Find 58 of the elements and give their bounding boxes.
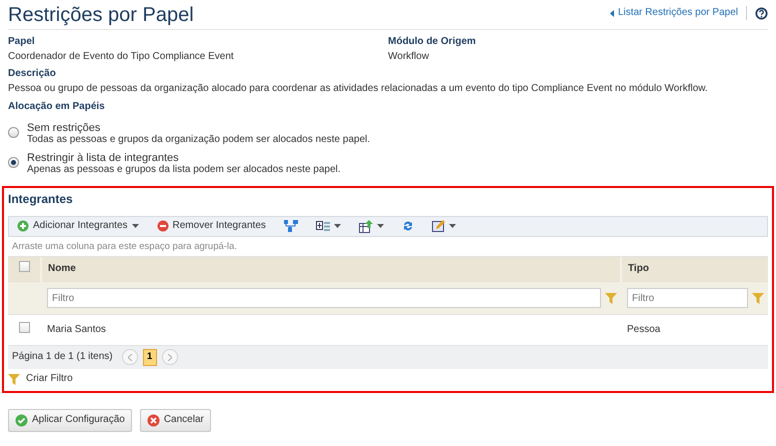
export-button[interactable] [358, 220, 384, 232]
apply-button[interactable]: Aplicar Configuração [8, 408, 132, 432]
field-label: Papel [8, 36, 36, 48]
option-hint: Todas as pessoas e grupos da organização podem ser alocados neste papel. [27, 134, 370, 146]
option-label: Restringir à lista de integrantes [27, 152, 180, 164]
column-header[interactable]: Tipo [628, 262, 649, 274]
hierarchy-button[interactable] [284, 220, 298, 232]
columns-button[interactable] [316, 220, 341, 232]
table-cell: Pessoa [627, 324, 660, 334]
select-all-checkbox[interactable] [18, 261, 30, 272]
minus-icon [156, 220, 169, 232]
cancel-button[interactable]: Cancelar [140, 408, 211, 432]
table-cell: Maria Santos [47, 324, 106, 334]
cancel-icon [146, 414, 160, 426]
caret-icon [376, 224, 384, 228]
radio-button[interactable] [8, 157, 19, 168]
filter-icon [8, 374, 20, 385]
export-icon [358, 220, 373, 232]
toolbar-button[interactable]: Adicionar Integrantes [17, 220, 139, 232]
page-title: Restrições por Papel [8, 3, 194, 28]
field-value: Pessoa ou grupo de pessoas da organização alocado para coordenar as atividades relacionadas a um evento do tipo Compliance Event no módulo Workflow. [8, 82, 709, 95]
filter-icon [605, 292, 617, 304]
caret-icon [132, 224, 139, 228]
option-label: Sem restrições [27, 122, 102, 134]
edit-button[interactable] [432, 220, 456, 232]
field-value: Coordenador de Evento do Tipo Compliance Event [8, 50, 235, 63]
column-header[interactable]: Nome [48, 262, 76, 274]
chevron-left-icon [128, 354, 132, 360]
filter-field[interactable]: Filtro [47, 288, 601, 308]
caret-icon [448, 224, 456, 228]
section-title: Integrantes [8, 190, 74, 206]
next-page-button[interactable] [162, 349, 178, 365]
previous-page-button[interactable] [122, 349, 138, 365]
refresh-icon [402, 220, 414, 232]
hierarchy-icon [284, 220, 298, 232]
radio-button[interactable] [8, 126, 19, 138]
field-value: Workflow [388, 50, 430, 63]
create-filter-link[interactable]: Criar Filtro [26, 373, 73, 386]
page-summary: Página 1 de 1 (1 itens) [12, 350, 113, 364]
back-link[interactable]: Listar Restrições por Papel [610, 6, 738, 20]
help-icon[interactable] [755, 6, 768, 20]
caret-icon [334, 224, 341, 228]
check-icon [15, 414, 28, 426]
columns-icon [316, 220, 330, 232]
field-label: Alocação em Papéis [8, 101, 106, 114]
plus-icon [17, 220, 29, 232]
row-checkbox[interactable] [19, 322, 30, 333]
filter-field[interactable]: Filtro [627, 288, 748, 308]
toolbar-button[interactable]: Remover Integrantes [156, 220, 266, 232]
option-hint: Apenas as pessoas e grupos da lista podem ser alocados neste papel. [27, 164, 341, 176]
edit-icon [432, 220, 445, 232]
refresh-button[interactable] [402, 220, 414, 232]
page-button[interactable]: 1 [142, 348, 157, 366]
field-label: Módulo de Origem [388, 36, 477, 48]
caret-icon [610, 10, 614, 16]
field-label: Descrição [8, 68, 57, 80]
filter-icon [752, 292, 764, 304]
chevron-right-icon [168, 354, 172, 360]
